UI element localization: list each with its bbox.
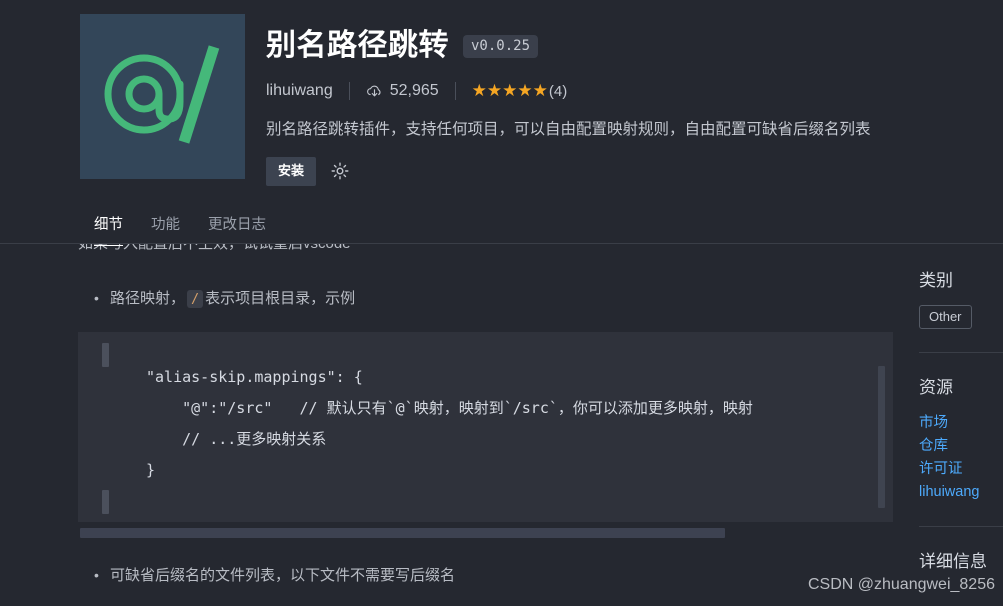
action-row: 安装	[266, 157, 1003, 186]
list-item-text-after: 表示项目根目录，示例	[205, 290, 356, 307]
inline-code: /	[187, 290, 204, 308]
rating-count: (4)	[548, 82, 568, 100]
subtitle-row: lihuiwang 52,965 ★★★★★ (4)	[266, 76, 1003, 106]
extension-header: 别名路径跳转 v0.0.25 lihuiwang 52,965 ★★★★★ (4…	[0, 0, 1003, 197]
list-item: • 路径映射， / 表示项目根目录，示例	[94, 287, 355, 308]
extension-title: 别名路径跳转	[266, 29, 449, 62]
cloud-download-icon	[366, 83, 383, 100]
extension-meta: 别名路径跳转 v0.0.25 lihuiwang 52,965 ★★★★★ (4…	[266, 14, 1003, 197]
list-item-text: 可缺省后缀名的文件列表，以下文件不需要写后缀名	[110, 567, 456, 584]
category-badge-other[interactable]: Other	[919, 305, 972, 329]
extension-icon	[80, 14, 245, 179]
code-line-2: "@":"/src" // 默认只有`@`映射，映射到`/src`，你可以添加更…	[146, 399, 753, 417]
resource-links: 市场 仓库 许可证 lihuiwang	[919, 412, 1003, 503]
watermark: CSDN @zhuangwei_8256	[807, 576, 995, 593]
code-text: "alias-skip.mappings": { "@":"/src" // 默…	[146, 362, 753, 486]
code-line-4: }	[146, 461, 156, 479]
details-heading: 详细信息	[919, 552, 987, 571]
details-sidebar: 类别 Other 资源 市场 仓库 许可证 lihuiwang 详细信息	[903, 244, 1003, 606]
list-item-text: 路径映射， / 表示项目根目录，示例	[110, 287, 355, 308]
resource-link-marketplace[interactable]: 市场	[919, 412, 1003, 434]
star-rating-icon: ★★★★★	[471, 81, 548, 100]
bullet-dot-icon: •	[94, 567, 99, 583]
divider	[454, 82, 456, 100]
divider	[919, 352, 1003, 353]
divider	[348, 82, 350, 100]
gear-icon[interactable]	[330, 161, 350, 181]
code-marker-top	[102, 343, 109, 367]
divider	[919, 526, 1003, 527]
code-line-1: "alias-skip.mappings": {	[146, 368, 363, 386]
code-vertical-scrollbar[interactable]	[878, 366, 885, 508]
bullet-dot-icon: •	[94, 290, 99, 306]
tab-details[interactable]: 细节	[86, 197, 137, 246]
install-count-value: 52,965	[389, 82, 439, 99]
tab-features[interactable]: 功能	[137, 197, 194, 246]
resources-heading: 资源	[919, 378, 953, 397]
resource-link-publisher[interactable]: lihuiwang	[919, 481, 1003, 503]
category-heading: 类别	[919, 271, 953, 290]
list-item-text-before: 路径映射，	[110, 290, 186, 307]
version-badge: v0.0.25	[463, 34, 539, 58]
tab-changelog[interactable]: 更改日志	[194, 197, 280, 246]
code-marker-bottom	[102, 490, 109, 514]
publisher-link[interactable]: lihuiwang	[266, 82, 333, 100]
resource-link-license[interactable]: 许可证	[919, 458, 1003, 480]
title-row: 别名路径跳转 v0.0.25	[266, 24, 1003, 68]
extension-description: 别名路径跳转插件，支持任何项目，可以自由配置映射规则，自由配置可缺省后缀名列表	[266, 121, 871, 138]
resource-link-repository[interactable]: 仓库	[919, 435, 1003, 457]
code-line-3: // ...更多映射关系	[146, 430, 327, 448]
extension-details-page: 别名路径跳转 v0.0.25 lihuiwang 52,965 ★★★★★ (4…	[0, 0, 1003, 606]
list-item: • 可缺省后缀名的文件列表，以下文件不需要写后缀名	[94, 564, 455, 585]
tab-bar: 细节 功能 更改日志	[0, 197, 1003, 246]
install-button[interactable]: 安装	[266, 157, 317, 186]
readme-content: 如果写入配置后不生效，试试重启vscode • 路径映射，/表示项目根目录，示例…	[0, 244, 903, 606]
rating[interactable]: ★★★★★ (4)	[472, 81, 568, 101]
code-horizontal-scrollbar[interactable]	[80, 528, 725, 538]
install-count: 52,965	[366, 82, 439, 100]
code-block: "alias-skip.mappings": { "@":"/src" // 默…	[78, 332, 893, 522]
